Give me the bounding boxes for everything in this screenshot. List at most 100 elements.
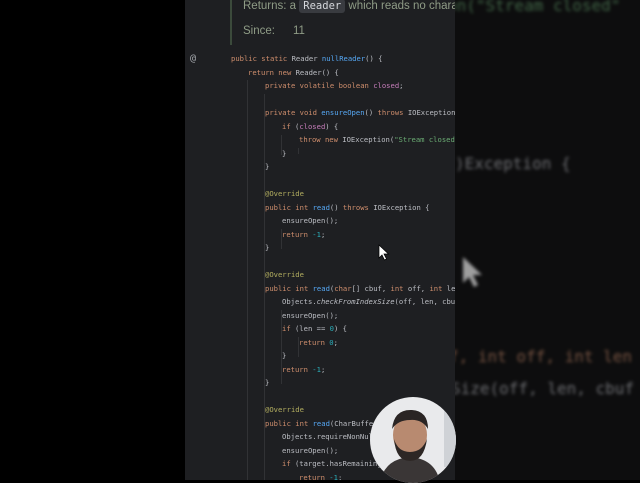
code-token: private void <box>265 108 322 117</box>
returns-label: Returns: <box>243 0 287 12</box>
code-line: if (closed) { <box>282 120 338 134</box>
code-token: private volatile boolean <box>265 81 374 90</box>
blurred-background: on("Stream closed" )Exception { f, int o… <box>455 0 640 480</box>
code-token: ) { <box>333 324 347 333</box>
code-token: @Override <box>265 405 304 414</box>
code-token: } <box>265 243 270 252</box>
indent-guide <box>247 80 248 480</box>
code-token: Reader() { <box>295 67 339 77</box>
code-line: ensureOpen(); <box>282 309 338 323</box>
code-token: char <box>334 283 352 293</box>
code-token: throws <box>377 108 408 117</box>
code-token: ensureOpen <box>321 108 365 117</box>
code-line: @Override <box>265 268 304 282</box>
code-token: [] cbuf, <box>351 283 391 293</box>
code-line: return 0; <box>299 336 338 350</box>
code-token: (off, len, cbuf.length); <box>394 297 455 306</box>
indent-guide <box>298 148 299 154</box>
code-line: private volatile boolean closed; <box>265 79 403 93</box>
code-token: IOException { <box>407 108 455 117</box>
code-token: if <box>282 459 295 468</box>
code-token: off, <box>407 283 430 293</box>
code-line: Objects.checkFromIndexSize(off, len, cbu… <box>282 295 455 309</box>
code-token: read <box>312 418 330 428</box>
code-token: int <box>390 283 408 293</box>
blurred-code-line: Size(off, len, cbuf <box>455 379 635 398</box>
code-token: read <box>312 283 330 293</box>
code-token: int <box>429 283 447 293</box>
code-token: closed <box>373 81 400 90</box>
code-token: return <box>282 364 313 374</box>
code-token: checkFromIndexSize <box>316 297 395 306</box>
code-token: return <box>299 472 330 481</box>
code-token: ; <box>333 337 338 347</box>
code-token: () <box>364 108 378 117</box>
code-line: ensureOpen(); <box>282 214 338 228</box>
returns-prefix: a <box>289 0 297 12</box>
returns-code[interactable]: Reader <box>299 0 346 13</box>
code-token: ) { <box>325 121 339 131</box>
code-token: -1 <box>312 229 321 239</box>
code-token: public static <box>231 54 292 63</box>
code-line: public static Reader nullReader() { <box>231 52 382 66</box>
code-token: IOException( <box>342 135 395 144</box>
code-token: public int <box>265 283 313 293</box>
code-line: } <box>282 147 286 161</box>
doc-since: Since: 11 <box>243 25 305 37</box>
code-token: ; <box>320 229 326 239</box>
code-line: return -1; <box>282 363 325 377</box>
code-line: public int read() throws IOException { <box>265 201 429 215</box>
code-token: (len == <box>294 324 330 333</box>
blurred-code-line: f, int off, int len <box>455 347 633 366</box>
presenter-face-icon <box>380 407 456 483</box>
code-token: throw new <box>299 135 343 144</box>
rendered-javadoc: Returns: a Reader which reads no charact… <box>230 0 455 45</box>
code-token: ; <box>337 472 343 481</box>
code-token: if <box>282 324 295 333</box>
code-line: return -1; <box>282 228 325 242</box>
code-token: } <box>282 148 287 158</box>
code-token: @Override <box>265 270 304 279</box>
code-line: if (len == 0) { <box>282 322 347 336</box>
code-token: ; <box>320 364 326 374</box>
returns-text: which reads no characters. <box>348 0 455 12</box>
code-token: nullReader <box>321 54 366 63</box>
code-token: Objects. <box>282 297 317 306</box>
code-token: } <box>265 162 270 171</box>
code-token: return <box>282 229 313 239</box>
code-line: } <box>265 376 269 390</box>
code-token: return <box>299 337 330 347</box>
code-token: } <box>282 351 287 360</box>
code-token: len) { <box>446 283 455 293</box>
since-value: 11 <box>292 25 305 37</box>
code-token: if <box>282 121 295 131</box>
code-token: Reader <box>291 54 322 63</box>
blurred-code-line: on("Stream closed" <box>455 0 621 15</box>
code-token: "Stream closed" <box>394 135 455 144</box>
code-token: () <box>329 202 343 212</box>
code-token: public int <box>265 418 313 428</box>
doc-returns: Returns: a Reader which reads no charact… <box>243 0 455 13</box>
code-token: ensureOpen(); <box>282 310 339 320</box>
since-label: Since: <box>243 25 275 37</box>
code-line: ensureOpen(); <box>282 444 338 458</box>
presenter-webcam-avatar <box>370 397 456 483</box>
override-marker-icon[interactable]: @ <box>190 53 196 64</box>
code-token: } <box>265 378 270 387</box>
code-token: () { <box>365 54 383 63</box>
code-line: throw new IOException("Stream closed"); <box>299 133 455 147</box>
code-line: @Override <box>265 403 304 417</box>
code-line: private void ensureOpen() throws IOExcep… <box>265 106 455 120</box>
code-token: throws <box>342 202 374 212</box>
code-line: return -1; <box>299 471 342 481</box>
code-line: } <box>265 241 269 255</box>
code-token: ensureOpen(); <box>282 216 339 225</box>
gutter: @ <box>185 0 223 480</box>
blurred-cursor-icon <box>463 257 482 287</box>
code-token: return new <box>248 67 296 77</box>
code-token: ; <box>399 81 404 90</box>
code-token: -1 <box>329 472 338 481</box>
code-token: -1 <box>312 364 321 374</box>
code-line: return new Reader() { <box>248 66 339 80</box>
code-token: read <box>312 202 330 212</box>
